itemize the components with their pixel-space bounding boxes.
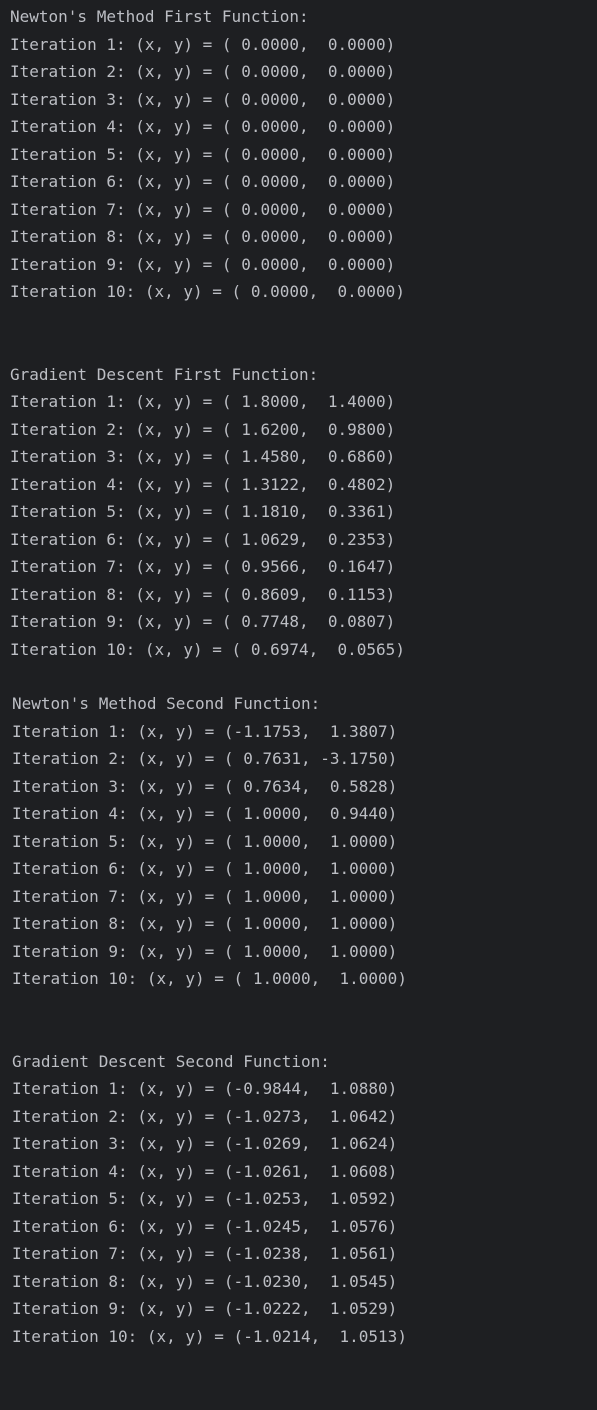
iteration-line: Iteration 5: (x, y) = ( 1.1810, 0.3361) — [10, 502, 396, 521]
iteration-line: Iteration 6: (x, y) = ( 0.0000, 0.0000) — [10, 172, 396, 191]
iteration-line: Iteration 1: (x, y) = ( 1.8000, 1.4000) — [10, 392, 396, 411]
iteration-line: Iteration 3: (x, y) = (-1.0269, 1.0624) — [12, 1134, 398, 1153]
iteration-line: Iteration 10: (x, y) = ( 0.0000, 0.0000) — [10, 282, 405, 301]
iteration-line: Iteration 1: (x, y) = (-0.9844, 1.0880) — [12, 1079, 398, 1098]
iteration-line: Iteration 2: (x, y) = ( 0.7631, -3.1750) — [12, 749, 398, 768]
iteration-line: Iteration 8: (x, y) = ( 0.0000, 0.0000) — [10, 227, 396, 246]
iteration-line: Iteration 9: (x, y) = ( 0.7748, 0.0807) — [10, 612, 396, 631]
iteration-line: Iteration 7: (x, y) = ( 1.0000, 1.0000) — [12, 887, 398, 906]
iteration-line: Iteration 4: (x, y) = ( 0.0000, 0.0000) — [10, 117, 396, 136]
iteration-line: Iteration 5: (x, y) = (-1.0253, 1.0592) — [12, 1189, 398, 1208]
section-header-newton-second: Newton's Method Second Function: — [12, 694, 321, 713]
iteration-line: Iteration 7: (x, y) = ( 0.9566, 0.1647) — [10, 557, 396, 576]
iteration-line: Iteration 8: (x, y) = (-1.0230, 1.0545) — [12, 1272, 398, 1291]
section-header-gradient-first: Gradient Descent First Function: — [10, 365, 319, 384]
iteration-line: Iteration 6: (x, y) = (-1.0245, 1.0576) — [12, 1217, 398, 1236]
iteration-line: Iteration 5: (x, y) = ( 0.0000, 0.0000) — [10, 145, 396, 164]
iteration-line: Iteration 5: (x, y) = ( 1.0000, 1.0000) — [12, 832, 398, 851]
iteration-line: Iteration 8: (x, y) = ( 0.8609, 0.1153) — [10, 585, 396, 604]
section-header-newton-first: Newton's Method First Function: — [10, 7, 309, 26]
iteration-line: Iteration 1: (x, y) = (-1.1753, 1.3807) — [12, 722, 398, 741]
iteration-line: Iteration 10: (x, y) = (-1.0214, 1.0513) — [12, 1327, 407, 1346]
iteration-line: Iteration 10: (x, y) = ( 1.0000, 1.0000) — [12, 969, 407, 988]
iteration-line: Iteration 4: (x, y) = (-1.0261, 1.0608) — [12, 1162, 398, 1181]
iteration-line: Iteration 6: (x, y) = ( 1.0629, 0.2353) — [10, 530, 396, 549]
iteration-line: Iteration 9: (x, y) = (-1.0222, 1.0529) — [12, 1299, 398, 1318]
iteration-line: Iteration 1: (x, y) = ( 0.0000, 0.0000) — [10, 35, 396, 54]
iteration-line: Iteration 7: (x, y) = ( 0.0000, 0.0000) — [10, 200, 396, 219]
iteration-line: Iteration 3: (x, y) = ( 0.0000, 0.0000) — [10, 90, 396, 109]
console-output: Newton's Method First Function: Iteratio… — [0, 0, 597, 1410]
iteration-line: Iteration 2: (x, y) = ( 0.0000, 0.0000) — [10, 62, 396, 81]
iteration-line: Iteration 9: (x, y) = ( 0.0000, 0.0000) — [10, 255, 396, 274]
iteration-line: Iteration 3: (x, y) = ( 0.7634, 0.5828) — [12, 777, 398, 796]
iteration-line: Iteration 4: (x, y) = ( 1.0000, 0.9440) — [12, 804, 398, 823]
iteration-line: Iteration 7: (x, y) = (-1.0238, 1.0561) — [12, 1244, 398, 1263]
iteration-line: Iteration 3: (x, y) = ( 1.4580, 0.6860) — [10, 447, 396, 466]
iteration-line: Iteration 2: (x, y) = (-1.0273, 1.0642) — [12, 1107, 398, 1126]
iteration-line: Iteration 8: (x, y) = ( 1.0000, 1.0000) — [12, 914, 398, 933]
iteration-line: Iteration 6: (x, y) = ( 1.0000, 1.0000) — [12, 859, 398, 878]
section-header-gradient-second: Gradient Descent Second Function: — [12, 1052, 330, 1071]
iteration-line: Iteration 4: (x, y) = ( 1.3122, 0.4802) — [10, 475, 396, 494]
iteration-line: Iteration 10: (x, y) = ( 0.6974, 0.0565) — [10, 640, 405, 659]
iteration-line: Iteration 9: (x, y) = ( 1.0000, 1.0000) — [12, 942, 398, 961]
iteration-line: Iteration 2: (x, y) = ( 1.6200, 0.9800) — [10, 420, 396, 439]
